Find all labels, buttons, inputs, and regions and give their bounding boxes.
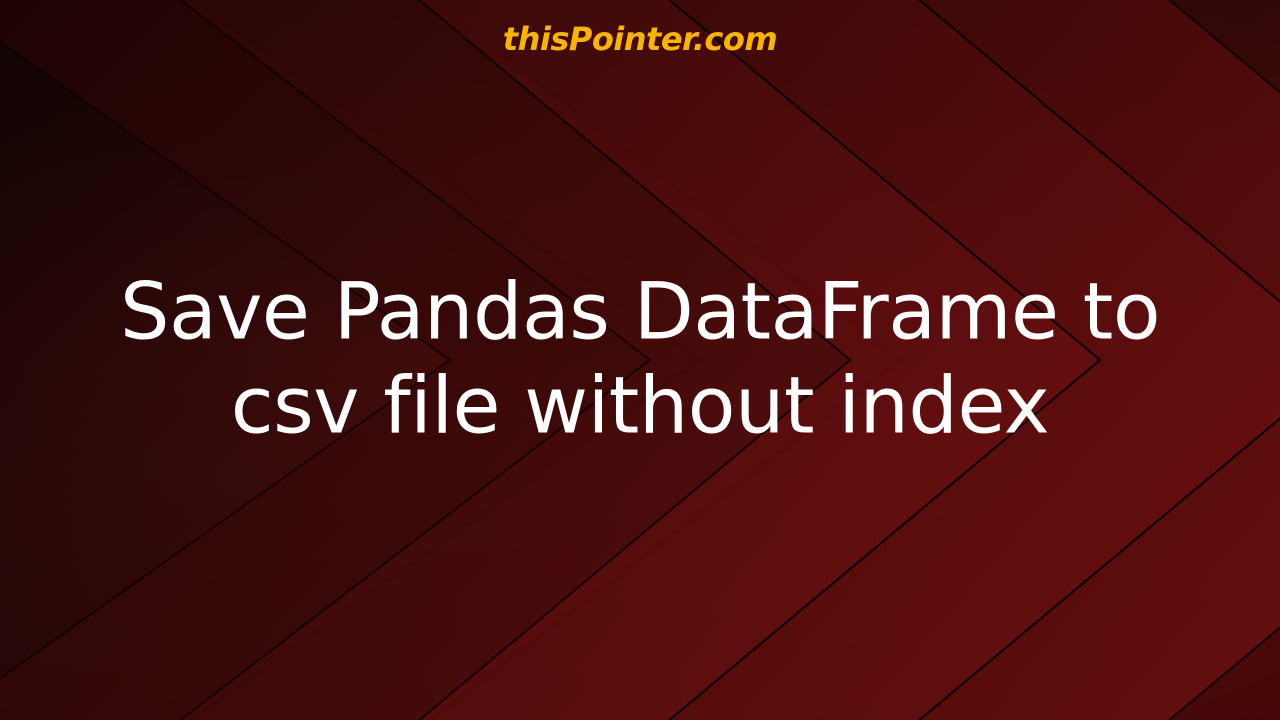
brand-logo-text: thisPointer.com [503,20,777,58]
main-title: Save Pandas DataFrame to csv file withou… [51,266,1229,453]
title-line-1: Save Pandas DataFrame to [120,267,1160,357]
title-line-2: csv file without index [231,361,1049,451]
